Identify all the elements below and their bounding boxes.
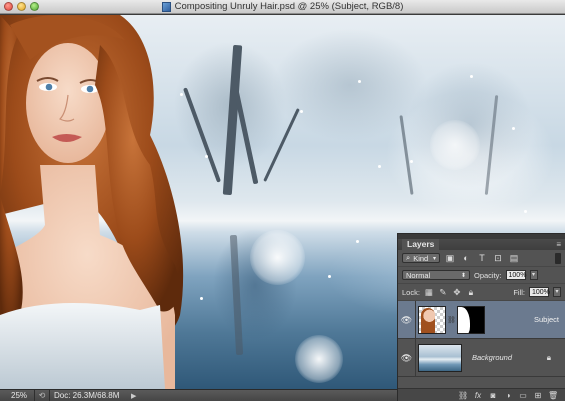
layer-lock-icon: 🔒︎	[546, 352, 551, 362]
layer-name[interactable]: Subject	[534, 315, 565, 324]
opacity-slider-toggle[interactable]: ▾	[529, 270, 538, 280]
visibility-eye-icon[interactable]: 👁︎	[398, 300, 416, 339]
layer-subject[interactable]: 👁︎ ⛓︎ Subject	[398, 300, 565, 339]
layer-thumbnail[interactable]	[418, 343, 462, 372]
lock-transparency-icon[interactable]: ▦	[424, 287, 434, 297]
opacity-label: Opacity:	[474, 270, 502, 280]
minimize-window-button[interactable]	[17, 2, 26, 11]
smart-object-filter-icon[interactable]: ▤	[508, 253, 520, 264]
blend-mode-select[interactable]: Normal ⬍	[402, 270, 470, 280]
adjustment-layer-icon[interactable]: ◑	[503, 391, 513, 400]
visibility-eye-icon[interactable]: 👁︎	[398, 338, 416, 377]
lock-all-icon[interactable]: 🔒︎	[466, 287, 476, 297]
new-group-icon[interactable]: ▭	[518, 391, 528, 400]
filter-kind-select[interactable]: ⌕ Kind ▾	[402, 253, 440, 263]
trash-icon[interactable]: 🗑︎	[548, 391, 558, 400]
layers-tab[interactable]: Layers	[402, 239, 440, 250]
document-size: Doc: 26.3M/68.8M	[54, 391, 120, 400]
zoom-window-button[interactable]	[30, 2, 39, 11]
lock-label: Lock:	[402, 287, 420, 297]
layers-panel: Layers ≡ ⌕ Kind ▾ ▣ ◐ T ⊡ ▤ Normal ⬍ Opa…	[397, 233, 565, 401]
window-titlebar: Compositing Unruly Hair.psd @ 25% (Subje…	[0, 0, 565, 14]
fx-icon[interactable]: fx	[473, 391, 483, 400]
layer-mask-thumbnail[interactable]	[457, 305, 485, 334]
panel-menu-icon[interactable]: ≡	[556, 240, 561, 249]
layers-panel-footer: ⛓︎ fx ◙ ◑ ▭ ⊞ 🗑︎	[398, 388, 565, 401]
filter-toggle[interactable]	[555, 252, 561, 264]
chevron-updown-icon: ⬍	[460, 272, 466, 279]
opacity-input[interactable]: 100%	[505, 270, 526, 280]
fill-slider-toggle[interactable]: ▾	[553, 287, 561, 297]
link-layers-icon[interactable]: ⛓︎	[458, 391, 468, 400]
status-menu-arrow-icon[interactable]: ▶	[125, 392, 136, 400]
layer-name[interactable]: Background	[472, 353, 518, 362]
chevron-down-icon: ▾	[432, 255, 436, 262]
blend-row: Normal ⬍ Opacity: 100% ▾	[398, 267, 565, 284]
filter-search-icon: ⌕	[406, 253, 411, 262]
mask-link-icon[interactable]: ⛓︎	[447, 316, 456, 324]
layer-background[interactable]: 👁︎ Background 🔒︎	[398, 338, 565, 377]
window-title-text: Compositing Unruly Hair.psd @ 25% (Subje…	[174, 1, 404, 12]
fill-input[interactable]: 100%	[529, 287, 550, 297]
new-layer-icon[interactable]: ⊞	[533, 391, 543, 400]
adjustment-filter-icon[interactable]: ◐	[460, 253, 472, 264]
layer-filter-row: ⌕ Kind ▾ ▣ ◐ T ⊡ ▤	[398, 250, 565, 267]
lock-row: Lock: ▦ ✎ ✥ 🔒︎ Fill: 100% ▾	[398, 284, 565, 301]
psd-document-icon	[161, 1, 171, 12]
sync-icon[interactable]: ⟲	[35, 391, 49, 400]
fill-label: Fill:	[513, 287, 525, 297]
shape-filter-icon[interactable]: ⊡	[492, 253, 504, 264]
add-mask-icon[interactable]: ◙	[488, 391, 498, 400]
layers-panel-header: Layers ≡	[398, 239, 565, 250]
zoom-level[interactable]: 25%	[0, 391, 34, 400]
portrait-subject	[0, 15, 184, 389]
close-window-button[interactable]	[4, 2, 13, 11]
window-controls	[4, 2, 39, 11]
lock-pixels-icon[interactable]: ✎	[438, 287, 448, 297]
window-title: Compositing Unruly Hair.psd @ 25% (Subje…	[161, 1, 404, 12]
type-filter-icon[interactable]: T	[476, 253, 488, 264]
lock-position-icon[interactable]: ✥	[452, 287, 462, 297]
layer-thumbnail[interactable]	[418, 305, 446, 334]
pixel-filter-icon[interactable]: ▣	[444, 253, 456, 264]
